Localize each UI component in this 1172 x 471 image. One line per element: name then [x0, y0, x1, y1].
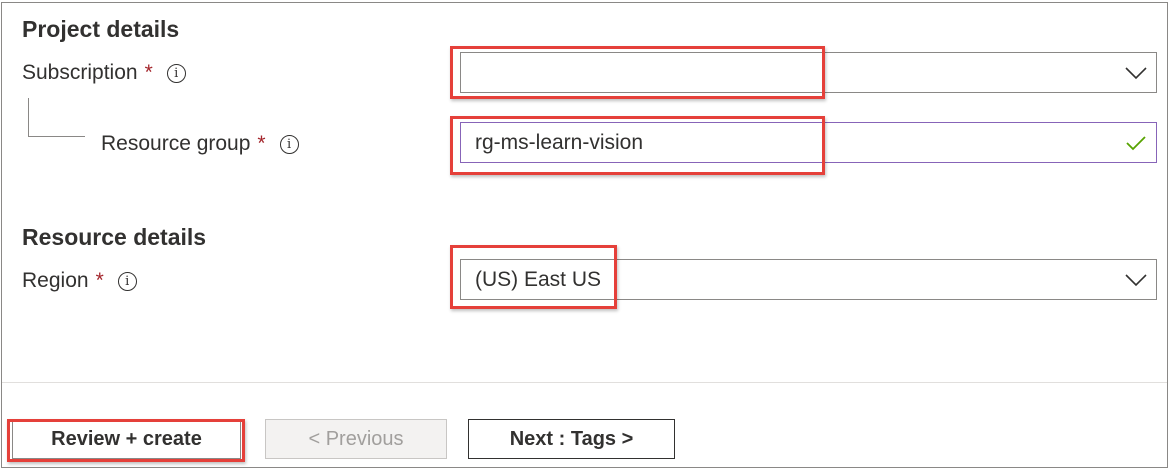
highlight-box-subscription [450, 46, 825, 99]
info-icon[interactable]: i [117, 271, 137, 291]
next-tags-button[interactable]: Next : Tags > [468, 419, 675, 459]
required-asterisk: * [95, 269, 104, 292]
project-details-heading: Project details [22, 16, 180, 42]
resource-details-heading: Resource details [22, 224, 207, 250]
highlight-box-review-create [7, 419, 245, 462]
checkmark-icon [1116, 123, 1156, 162]
region-label: Region [22, 269, 89, 292]
highlight-box-resource-group [450, 116, 825, 175]
tree-connector [28, 98, 85, 137]
chevron-down-icon[interactable] [1116, 260, 1156, 299]
subscription-label-row: Subscription * i [22, 61, 186, 85]
region-label-row: Region * i [22, 269, 137, 293]
required-asterisk: * [257, 132, 266, 155]
chevron-down-icon[interactable] [1116, 53, 1156, 92]
resource-group-label-row: Resource group * i [101, 132, 299, 156]
required-asterisk: * [144, 61, 153, 84]
highlight-box-region [450, 245, 617, 309]
info-icon[interactable]: i [166, 63, 186, 83]
previous-button[interactable]: < Previous [265, 419, 447, 459]
resource-group-label: Resource group [101, 132, 251, 155]
subscription-label: Subscription [22, 61, 138, 84]
footer-divider [2, 382, 1167, 383]
info-icon[interactable]: i [279, 134, 299, 154]
